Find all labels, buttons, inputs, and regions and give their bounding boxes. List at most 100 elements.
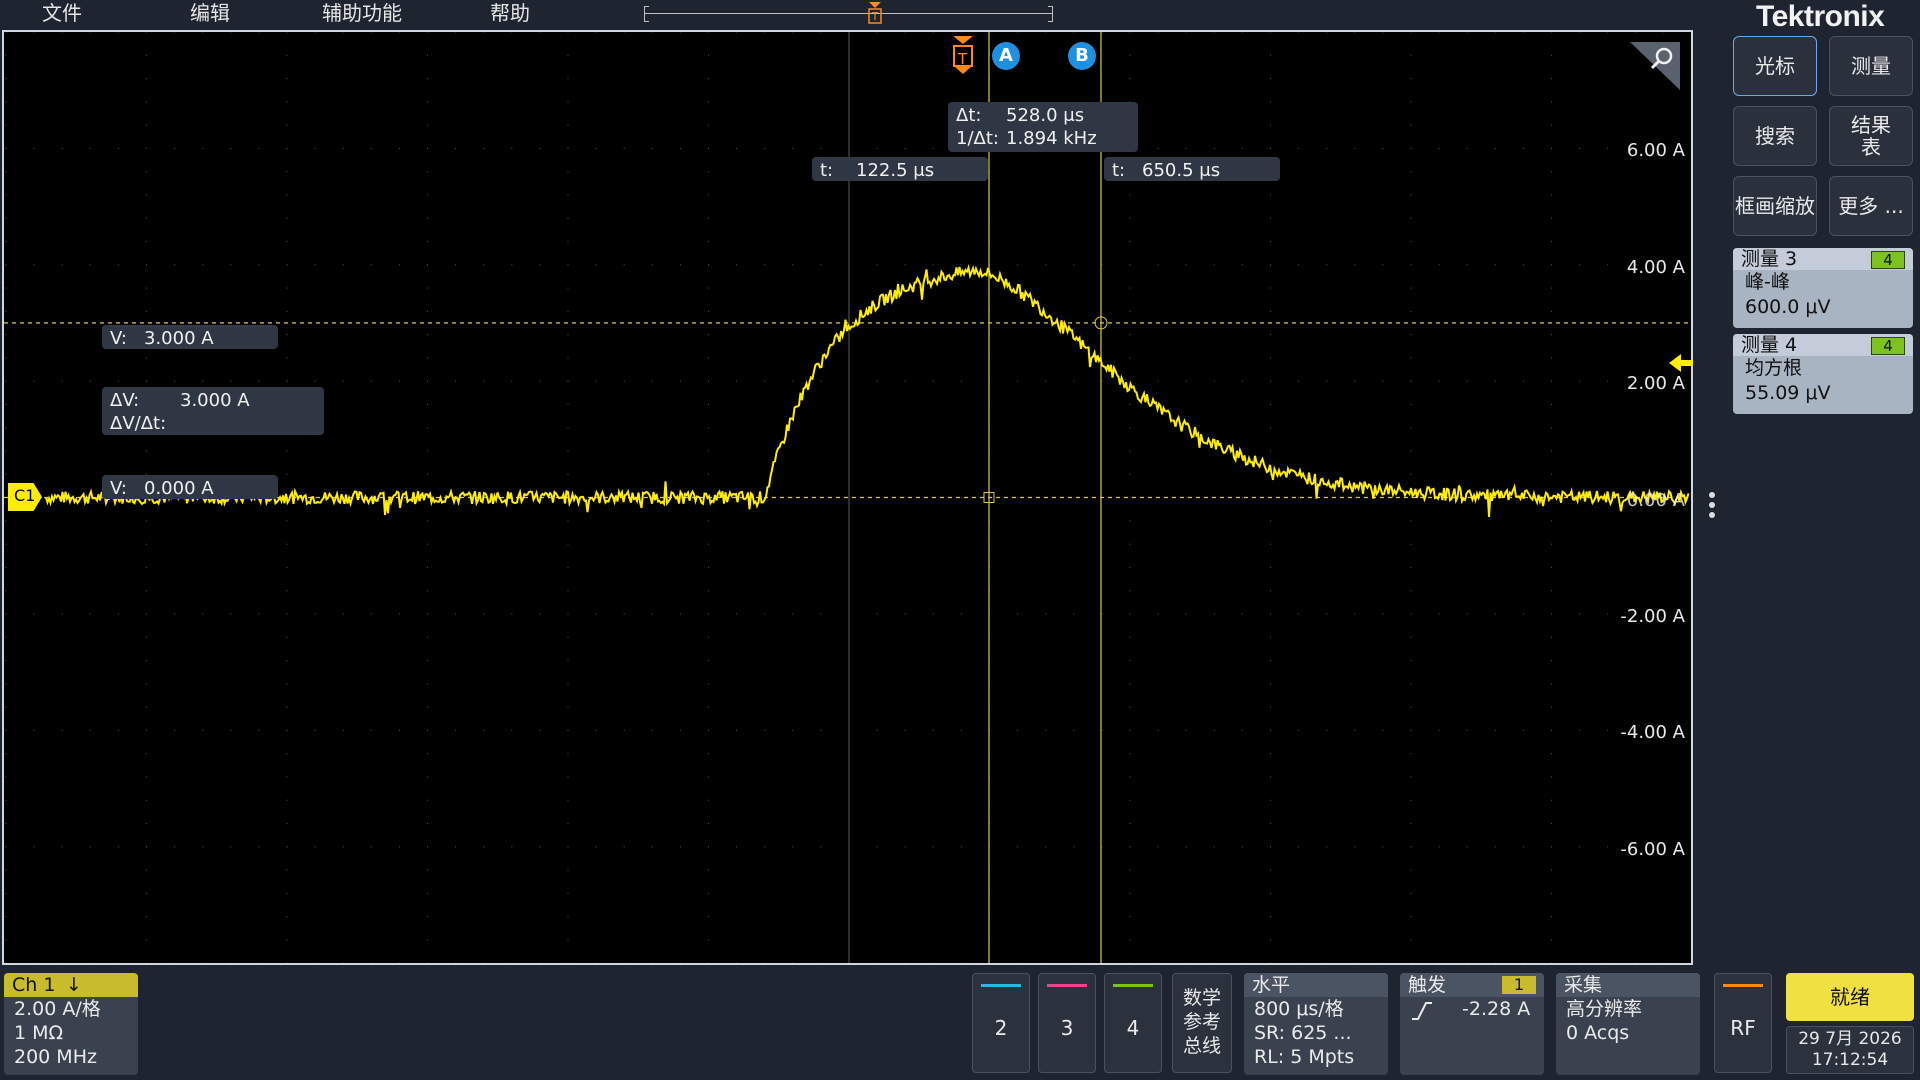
ch1-impedance: 1 MΩ [14, 1022, 64, 1044]
rising-edge-icon [1412, 1002, 1432, 1020]
delta-t-label: Δt: [956, 105, 982, 126]
dv-dt-label: ΔV/Δt: [110, 413, 167, 434]
menu-bar: 文件 编辑 辅助功能 帮助 T [0, 0, 1725, 30]
rf-color-stripe [1723, 984, 1763, 987]
tektronix-logo: Tektronix [1756, 0, 1885, 33]
menu-file[interactable]: 文件 [42, 0, 82, 28]
measurement-4-title: 测量 4 [1741, 334, 1798, 356]
run-state-button[interactable]: 就绪 [1786, 973, 1914, 1021]
ch4-button[interactable]: 4 [1104, 973, 1162, 1073]
inv-delta-t-label: 1/Δt: [956, 128, 999, 149]
ch4-color-stripe [1113, 984, 1153, 987]
menu-utility[interactable]: 辅助功能 [322, 0, 402, 28]
cursor-a-label: A [999, 45, 1013, 66]
cursor-b-label: B [1075, 45, 1089, 66]
y-label-neg2a: -2.00 A [1620, 606, 1685, 627]
measurement-3-badge[interactable]: 测量 3 4 峰-峰 600.0 μV [1733, 248, 1913, 328]
cursor-b-time-readout: t: 650.5 μs [1104, 157, 1280, 181]
acquisition-badge[interactable]: 采集 高分辨率 0 Acqs [1556, 973, 1700, 1075]
sample-rate: SR: 625 ... [1254, 1022, 1352, 1044]
zoom-magnifier-icon[interactable] [1626, 38, 1684, 92]
horizontal-scale: 800 μs/格 [1254, 998, 1344, 1020]
measurement-4-value: 55.09 μV [1745, 382, 1831, 404]
ch1-marker-label: C1 [14, 486, 36, 505]
delta-time-readout: Δt: 528.0 μs 1/Δt: 1.894 kHz [948, 102, 1138, 152]
cursor-a-time-label: t: [820, 160, 834, 181]
ch4-label: 4 [1126, 1016, 1140, 1040]
measurement-3-type: 峰-峰 [1745, 271, 1790, 293]
draw-box-zoom-button[interactable]: 框画缩放 [1733, 176, 1817, 236]
math-ref-bus-button[interactable]: 数学 参考 总线 [1172, 973, 1232, 1073]
trigger-title: 触发 [1408, 974, 1447, 996]
time: 17:12:54 [1811, 1050, 1889, 1070]
measurement-4-badge[interactable]: 测量 4 4 均方根 55.09 μV [1733, 334, 1913, 414]
inv-delta-t-value: 1.894 kHz [1006, 128, 1097, 149]
cursor-b-v-value: 3.000 A [144, 328, 214, 349]
measurement-4-source: 4 [1871, 337, 1905, 355]
cursors-button[interactable]: 光标 [1733, 36, 1817, 96]
cursor-a-badge[interactable]: A [992, 42, 1020, 70]
y-label-2a: 2.00 A [1626, 373, 1685, 394]
cursor-b-v-label: V: [110, 328, 127, 349]
y-label-0a: 0.00 A [1626, 490, 1685, 511]
horizontal-title: 水平 [1244, 973, 1388, 997]
acquisition-count: 0 Acqs [1566, 1022, 1630, 1044]
svg-text:T: T [871, 10, 879, 23]
waveform-display[interactable]: T A B Δt: 528.0 μs 1/Δt: 1.894 kHz t: 122.5… [2, 30, 1693, 965]
y-label-6a: 6.00 A [1626, 140, 1685, 161]
ch2-color-stripe [981, 984, 1021, 987]
y-label-4a: 4.00 A [1626, 257, 1685, 278]
cursor-a-voltage-readout: V: 0.000 A [102, 475, 278, 499]
trigger-badge[interactable]: 触发 1 -2.28 A [1400, 973, 1544, 1075]
side-panel-handle[interactable] [1708, 490, 1716, 526]
trigger-level: -2.28 A [1462, 998, 1531, 1020]
measurement-3-source: 4 [1871, 251, 1905, 269]
bus-label: 总线 [1182, 1035, 1221, 1057]
cursor-a-v-value: 0.000 A [144, 478, 214, 499]
math-label: 数学 [1182, 987, 1221, 1009]
ch2-label: 2 [994, 1016, 1008, 1040]
date: 29 7月 2026 [1798, 1029, 1902, 1049]
cursor-b-time-label: t: [1112, 160, 1126, 181]
overview-left-bracket [644, 6, 649, 22]
trigger-source-badge: 1 [1502, 976, 1536, 994]
cursor-a-time-value: 122.5 μs [856, 160, 935, 181]
ch1-badge[interactable]: Ch 1 ↓ 2.00 A/格 1 MΩ 200 MHz [4, 973, 138, 1075]
trigger-level-arrow-icon[interactable] [1667, 352, 1693, 374]
menu-help[interactable]: 帮助 [490, 0, 530, 28]
acquisition-mode: 高分辨率 [1566, 998, 1643, 1020]
rf-button[interactable]: RF [1714, 973, 1772, 1073]
run-state-label: 就绪 [1830, 985, 1870, 1009]
measurement-3-value: 600.0 μV [1745, 296, 1831, 318]
more-button[interactable]: 更多 ... [1829, 176, 1913, 236]
ch1-title: Ch 1 [12, 974, 56, 996]
ch1-scale: 2.00 A/格 [14, 998, 101, 1020]
cursor-a-time-readout: t: 122.5 μs [812, 157, 988, 181]
ch1-arrow-icon: ↓ [66, 974, 82, 996]
cursor-b-time-value: 650.5 μs [1142, 160, 1221, 181]
results-table-button[interactable]: 结果表 [1829, 106, 1913, 166]
trigger-marker-label: T [958, 50, 968, 68]
delta-voltage-readout: ΔV: 3.000 A ΔV/Δt: [102, 387, 324, 435]
measurement-4-type: 均方根 [1745, 357, 1803, 379]
rf-label: RF [1730, 1016, 1756, 1040]
menu-edit[interactable]: 编辑 [190, 0, 230, 28]
delta-v-label: ΔV: [110, 390, 140, 411]
delta-t-value: 528.0 μs [1006, 105, 1085, 126]
delta-v-value: 3.000 A [180, 390, 250, 411]
ch3-button[interactable]: 3 [1038, 973, 1096, 1073]
measure-button[interactable]: 测量 [1829, 36, 1913, 96]
date-time: 29 7月 2026 17:12:54 [1786, 1026, 1914, 1074]
overview-trigger-icon: T [868, 2, 882, 24]
search-button[interactable]: 搜索 [1733, 106, 1817, 166]
acquisition-title: 采集 [1556, 973, 1700, 997]
horizontal-badge[interactable]: 水平 800 μs/格 SR: 625 ... RL: 5 Mpts [1244, 973, 1388, 1075]
right-panel [1725, 30, 1920, 965]
measurement-3-title: 测量 3 [1741, 248, 1798, 270]
ch2-button[interactable]: 2 [972, 973, 1030, 1073]
ch3-color-stripe [1047, 984, 1087, 987]
y-label-neg6a: -6.00 A [1620, 839, 1685, 860]
cursor-b-voltage-readout: V: 3.000 A [102, 325, 278, 349]
cursor-b-badge[interactable]: B [1068, 42, 1096, 70]
y-label-neg4a: -4.00 A [1620, 722, 1685, 743]
